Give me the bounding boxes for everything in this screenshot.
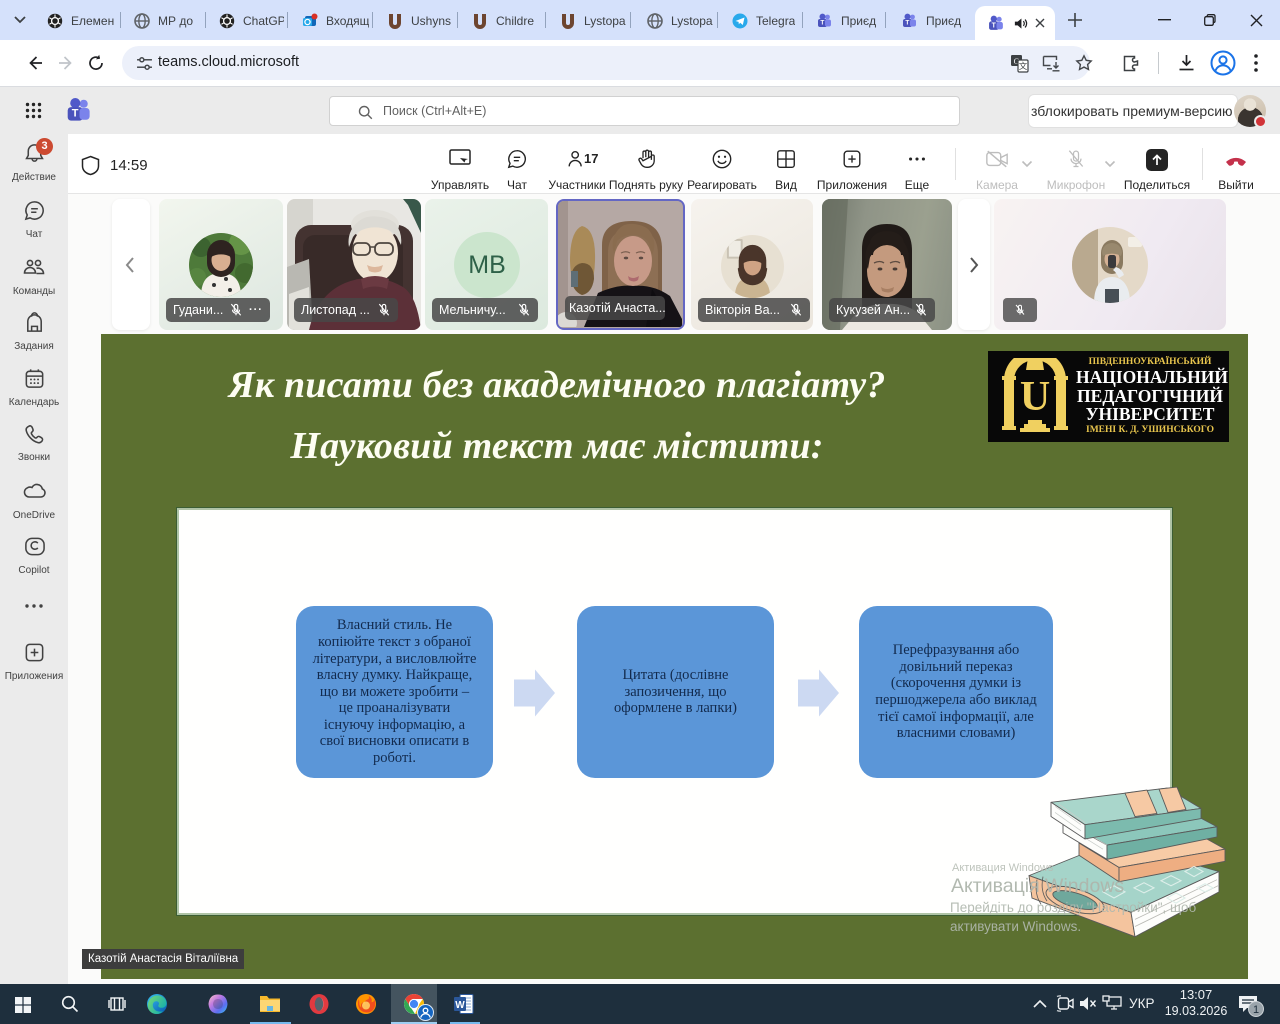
svg-text:T: T [820, 20, 824, 27]
svg-text:U: U [1020, 374, 1050, 420]
svg-text:文: 文 [1019, 61, 1028, 71]
svg-text:W: W [455, 1000, 465, 1011]
svg-text:T: T [72, 108, 79, 120]
svg-text:T: T [905, 20, 909, 27]
